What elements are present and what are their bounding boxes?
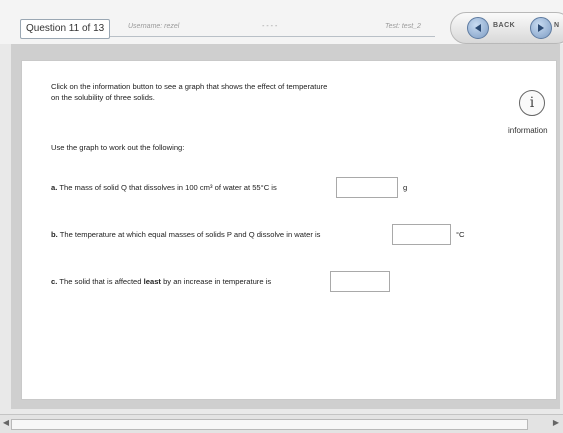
arrow-left-icon — [475, 24, 481, 32]
question-b: b. The temperature at which equal masses… — [51, 230, 320, 239]
information-label[interactable]: information — [508, 126, 548, 135]
question-c-text-bold: least — [143, 277, 161, 286]
instruction-text: Use the graph to work out the following: — [51, 143, 185, 152]
scrollbar-thumb[interactable] — [11, 419, 528, 430]
unit-b: °C — [456, 230, 465, 239]
question-a-letter: a. — [51, 183, 58, 192]
arrow-right-icon — [538, 24, 544, 32]
username-label: Username: rezel — [128, 23, 180, 30]
header-divider — [110, 36, 435, 37]
question-c-text-before: The solid that is affected — [59, 277, 142, 286]
answer-c-field[interactable] — [330, 271, 390, 292]
back-label[interactable]: BACK — [493, 22, 515, 29]
horizontal-scrollbar[interactable]: ◀ ▶ — [0, 414, 563, 433]
information-button[interactable]: i — [519, 90, 545, 116]
intro-line-1: Click on the information button to see a… — [51, 82, 328, 91]
scroll-right-icon[interactable]: ▶ — [551, 418, 561, 428]
question-b-letter: b. — [51, 230, 58, 239]
next-button[interactable] — [530, 17, 552, 39]
next-label[interactable]: N — [554, 22, 560, 29]
info-icon: i — [529, 95, 535, 111]
answer-a-field[interactable] — [336, 177, 398, 198]
intro-line-2: on the solubility of three solids. — [51, 93, 155, 102]
test-label: Test: test_2 — [385, 23, 421, 30]
question-c: c. The solid that is affected least by a… — [51, 277, 271, 286]
question-c-text-after: by an increase in temperature is — [163, 277, 272, 286]
header-bar: Question 11 of 13 Username: rezel - - - … — [0, 0, 563, 44]
unit-a: g — [403, 183, 408, 192]
question-b-text: The temperature at which equal masses of… — [59, 230, 321, 239]
question-counter: Question 11 of 13 — [20, 19, 111, 39]
scroll-left-icon[interactable]: ◀ — [1, 418, 11, 428]
dots-label: - - - - — [262, 23, 278, 30]
question-a-text: The mass of solid Q that dissolves in 10… — [59, 183, 277, 192]
answer-b-field[interactable] — [392, 224, 451, 245]
question-c-letter: c. — [51, 277, 58, 286]
question-a: a. The mass of solid Q that dissolves in… — [51, 183, 277, 192]
back-button[interactable] — [467, 17, 489, 39]
